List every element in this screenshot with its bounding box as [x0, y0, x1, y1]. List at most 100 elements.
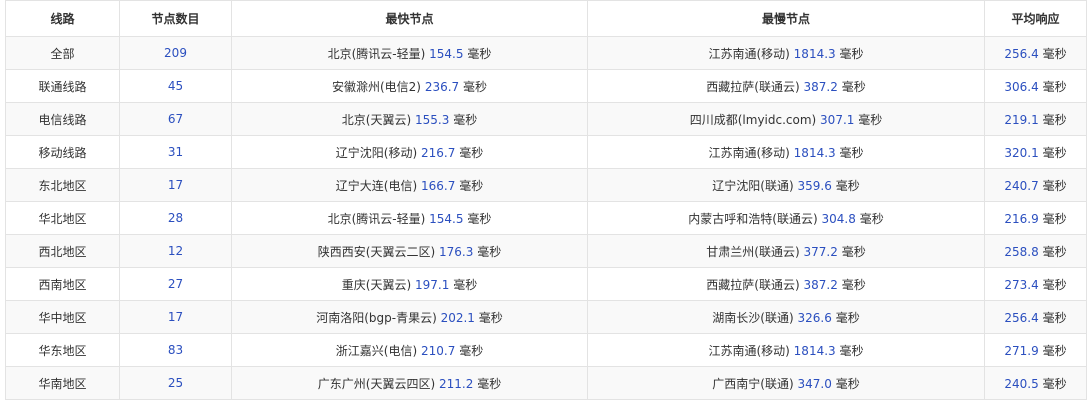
fastest-cell: 河南洛阳(bgp-青果云) 202.1 毫秒: [231, 300, 588, 334]
slowest-node-name: 湖南长沙(联通): [712, 310, 794, 325]
unit-label: 毫秒: [1042, 244, 1067, 259]
unit-label: 毫秒: [839, 46, 864, 61]
latency-table: 线路 节点数目 最快节点 最慢节点 平均响应 全部 209 北京(腾讯云-轻量) 1…: [5, 0, 1087, 400]
fastest-node-name: 陕西西安(天翼云二区): [317, 244, 436, 259]
slowest-node-name: 辽宁沈阳(联通): [712, 178, 794, 193]
table-row: 西北地区 12 陕西西安(天翼云二区) 176.3 毫秒 甘肃兰州(联通云) 377.…: [5, 234, 1087, 268]
table-row: 西南地区 27 重庆(天翼云) 197.1 毫秒 西藏拉萨(联通云) 387.2 毫秒…: [5, 267, 1087, 301]
fastest-cell: 广东广州(天翼云四区) 211.2 毫秒: [231, 366, 588, 400]
fastest-latency: 236.7: [424, 79, 460, 94]
unit-label: 毫秒: [453, 112, 478, 127]
average-cell: 256.4 毫秒: [984, 36, 1087, 70]
slowest-node-name: 西藏拉萨(联通云): [706, 277, 800, 292]
slowest-cell: 江苏南通(移动) 1814.3 毫秒: [587, 135, 985, 169]
fastest-latency: 216.7: [421, 145, 456, 160]
node-count: 83: [167, 343, 184, 357]
node-count: 31: [167, 145, 184, 159]
fastest-node-name: 北京(腾讯云-轻量): [327, 211, 426, 226]
average-latency: 240.7: [1004, 178, 1039, 193]
slowest-node-name: 江苏南通(移动): [708, 46, 790, 61]
fastest-latency: 210.7: [421, 343, 456, 358]
average-cell: 216.9 毫秒: [984, 201, 1087, 235]
slowest-node-name: 四川成都(lmyidc.com): [689, 112, 817, 127]
line-name: 西南地区: [38, 277, 87, 292]
line-name: 移动线路: [38, 145, 87, 160]
slowest-cell: 四川成都(lmyidc.com) 307.1 毫秒: [587, 102, 985, 136]
slowest-cell: 甘肃兰州(联通云) 377.2 毫秒: [587, 234, 985, 268]
table-row: 东北地区 17 辽宁大连(电信) 166.7 毫秒 辽宁沈阳(联通) 359.6 毫秒…: [5, 168, 1087, 202]
line-cell: 全部: [5, 36, 120, 70]
unit-label: 毫秒: [1042, 145, 1067, 160]
node-count: 17: [167, 310, 184, 324]
header-fastest-node: 最快节点: [231, 0, 588, 37]
line-name: 全部: [50, 46, 75, 61]
table-row: 联通线路 45 安徽滁州(电信2) 236.7 毫秒 西藏拉萨(联通云) 387.2 …: [5, 69, 1087, 103]
count-cell: 45: [119, 69, 232, 103]
fastest-cell: 辽宁大连(电信) 166.7 毫秒: [231, 168, 588, 202]
unit-label: 毫秒: [1042, 112, 1067, 127]
line-cell: 联通线路: [5, 69, 120, 103]
unit-label: 毫秒: [477, 244, 502, 259]
slowest-latency: 307.1: [820, 112, 855, 127]
average-cell: 219.1 毫秒: [984, 102, 1087, 136]
unit-label: 毫秒: [467, 46, 492, 61]
slowest-cell: 广西南宁(联通) 347.0 毫秒: [587, 366, 985, 400]
unit-label: 毫秒: [835, 178, 860, 193]
unit-label: 毫秒: [1042, 277, 1067, 292]
average-cell: 306.4 毫秒: [984, 69, 1087, 103]
slowest-latency: 1814.3: [793, 343, 836, 358]
fastest-latency: 211.2: [439, 376, 474, 391]
fastest-node-name: 北京(天翼云): [341, 112, 412, 127]
slowest-latency: 387.2: [803, 79, 838, 94]
fastest-node-name: 辽宁大连(电信): [335, 178, 418, 193]
fastest-latency: 197.1: [415, 277, 450, 292]
line-name: 华北地区: [38, 211, 87, 226]
unit-label: 毫秒: [841, 79, 866, 94]
fastest-latency: 166.7: [421, 178, 456, 193]
fastest-node-name: 浙江嘉兴(电信): [335, 343, 418, 358]
fastest-latency: 154.5: [429, 46, 464, 61]
line-name: 西北地区: [38, 244, 87, 259]
fastest-cell: 安徽滁州(电信2) 236.7 毫秒: [231, 69, 588, 103]
average-latency: 216.9: [1004, 211, 1039, 226]
line-cell: 东北地区: [5, 168, 120, 202]
node-count: 17: [167, 178, 184, 192]
average-latency: 273.4: [1004, 277, 1039, 292]
fastest-cell: 重庆(天翼云) 197.1 毫秒: [231, 267, 588, 301]
average-latency: 258.8: [1004, 244, 1039, 259]
line-cell: 西北地区: [5, 234, 120, 268]
unit-label: 毫秒: [477, 376, 502, 391]
unit-label: 毫秒: [858, 112, 883, 127]
average-cell: 320.1 毫秒: [984, 135, 1087, 169]
unit-label: 毫秒: [841, 277, 866, 292]
header-slowest-node: 最慢节点: [587, 0, 985, 37]
unit-label: 毫秒: [1042, 211, 1067, 226]
table-row: 全部 209 北京(腾讯云-轻量) 154.5 毫秒 江苏南通(移动) 1814.3 …: [5, 36, 1087, 70]
average-latency: 256.4: [1004, 46, 1039, 61]
fastest-latency: 155.3: [415, 112, 450, 127]
count-cell: 25: [119, 366, 232, 400]
fastest-node-name: 重庆(天翼云): [341, 277, 412, 292]
slowest-latency: 304.8: [821, 211, 856, 226]
slowest-latency: 1814.3: [793, 46, 836, 61]
unit-label: 毫秒: [478, 310, 503, 325]
count-cell: 31: [119, 135, 232, 169]
unit-label: 毫秒: [1042, 46, 1067, 61]
unit-label: 毫秒: [1042, 178, 1067, 193]
unit-label: 毫秒: [453, 277, 478, 292]
fastest-cell: 北京(腾讯云-轻量) 154.5 毫秒: [231, 36, 588, 70]
average-latency: 306.4: [1004, 79, 1039, 94]
slowest-cell: 湖南长沙(联通) 326.6 毫秒: [587, 300, 985, 334]
table-row: 华中地区 17 河南洛阳(bgp-青果云) 202.1 毫秒 湖南长沙(联通) 326…: [5, 300, 1087, 334]
count-cell: 12: [119, 234, 232, 268]
table-row: 华南地区 25 广东广州(天翼云四区) 211.2 毫秒 广西南宁(联通) 347.0…: [5, 366, 1087, 400]
unit-label: 毫秒: [835, 376, 860, 391]
average-cell: 258.8 毫秒: [984, 234, 1087, 268]
unit-label: 毫秒: [463, 79, 488, 94]
node-count: 28: [167, 211, 184, 225]
line-name: 东北地区: [38, 178, 87, 193]
header-line: 线路: [5, 0, 120, 37]
average-latency: 320.1: [1004, 145, 1039, 160]
unit-label: 毫秒: [459, 145, 484, 160]
average-cell: 240.7 毫秒: [984, 168, 1087, 202]
